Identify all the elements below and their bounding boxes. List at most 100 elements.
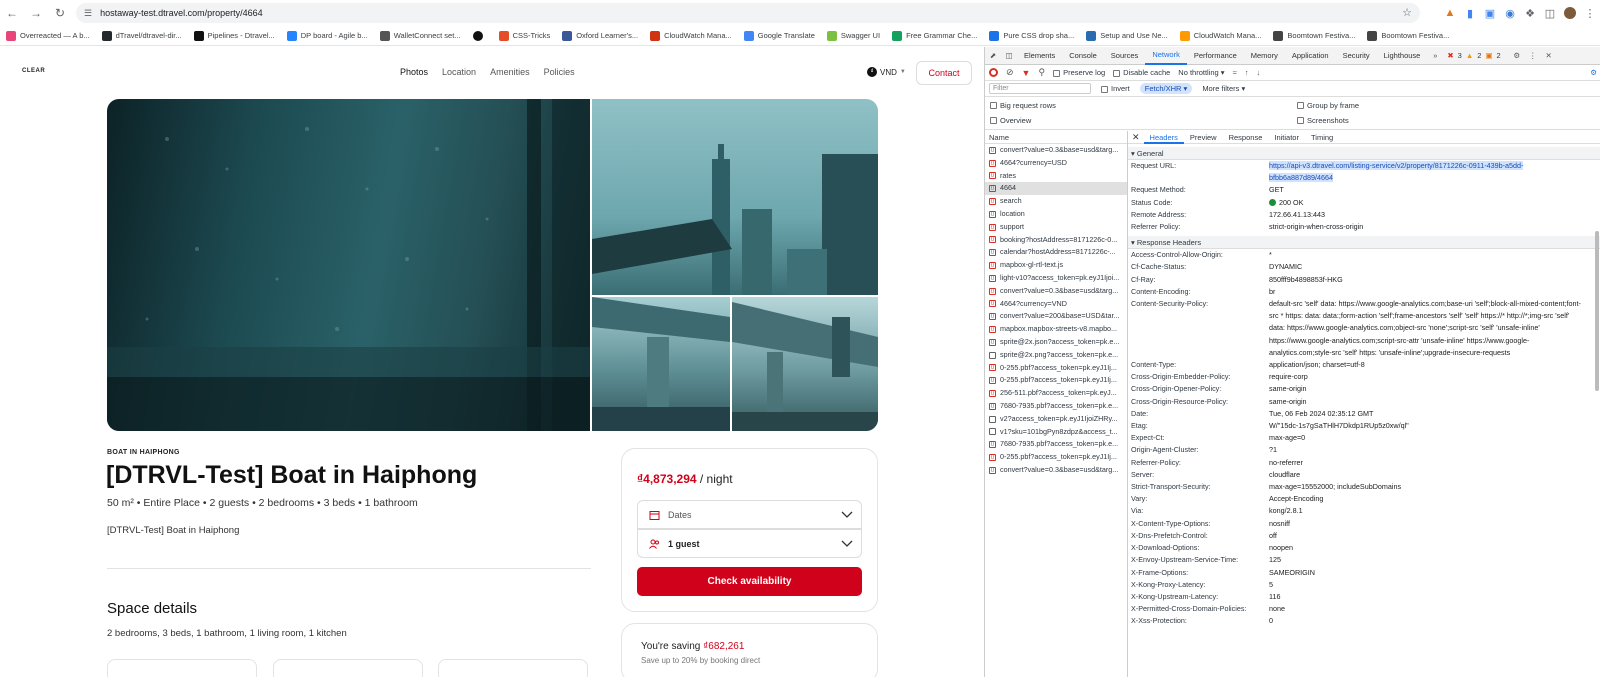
header-value[interactable]: DYNAMIC <box>1269 261 1584 273</box>
request-row[interactable]: {} light-v10?access_token=pk.eyJ1Ijoi... <box>985 272 1127 285</box>
more-tabs-icon[interactable]: » <box>1427 47 1443 65</box>
guests-field[interactable]: 1 guest <box>637 529 862 558</box>
nav-location[interactable]: Location <box>442 67 476 77</box>
request-row[interactable]: {} sprite@2x.json?access_token=pk.e... <box>985 336 1127 349</box>
photo-gallery[interactable] <box>107 99 878 431</box>
request-row[interactable]: {} mapbox.mapbox-streets-v8.mapbo... <box>985 323 1127 336</box>
room-card[interactable] <box>107 659 257 677</box>
tab-security[interactable]: Security <box>1336 47 1377 65</box>
request-row[interactable]: {} mapbox-gl-rtl-text.js <box>985 259 1127 272</box>
request-row[interactable]: {} convert?value=200&base=USD&tar... <box>985 310 1127 323</box>
extension-icon[interactable]: ◉ <box>1500 0 1520 26</box>
dates-field[interactable]: Dates <box>637 500 862 529</box>
request-row[interactable]: sprite@2x.png?access_token=pk.e... <box>985 349 1127 362</box>
inspect-icon[interactable]: ⬈ <box>985 47 1001 65</box>
record-icon[interactable] <box>989 68 998 77</box>
contact-button[interactable]: Contact <box>916 61 972 85</box>
request-row[interactable]: {} 0-255.pbf?access_token=pk.eyJ1Ij... <box>985 374 1127 387</box>
tab-network[interactable]: Network <box>1145 47 1187 65</box>
detail-tab-preview[interactable]: Preview <box>1184 131 1223 144</box>
header-value[interactable]: application/json; charset=utf-8 <box>1269 359 1584 371</box>
bookmark-item[interactable]: Boomtown Festiva... <box>1367 30 1449 41</box>
header-value[interactable]: 125 <box>1269 554 1584 566</box>
filter-icon[interactable]: ▼ <box>1022 68 1031 78</box>
more-filters-dropdown[interactable]: More filters ▾ <box>1202 84 1245 93</box>
room-card[interactable] <box>438 659 588 677</box>
request-row[interactable]: {} search <box>985 195 1127 208</box>
close-icon[interactable]: ✕ <box>1541 47 1557 65</box>
tab-sources[interactable]: Sources <box>1104 47 1146 65</box>
name-column-header[interactable]: Name <box>985 131 1127 144</box>
forward-icon[interactable]: → <box>24 0 48 26</box>
bookmark-item[interactable]: Pipelines - Dtravel... <box>193 30 275 41</box>
header-value[interactable]: 116 <box>1269 591 1584 603</box>
header-value[interactable]: no-referrer <box>1269 457 1584 469</box>
request-row[interactable]: {} convert?value=0.3&base=usd&targ... <box>985 285 1127 298</box>
bookmark-item[interactable]: DP board - Agile b... <box>286 30 368 41</box>
network-conditions-icon[interactable]: ≈ <box>1233 68 1237 77</box>
detail-tab-headers[interactable]: Headers <box>1143 131 1184 144</box>
header-value[interactable]: Accept-Encoding <box>1269 493 1584 505</box>
request-row[interactable]: {} 0-255.pbf?access_token=pk.eyJ1Ij... <box>985 362 1127 375</box>
header-value[interactable]: cloudflare <box>1269 469 1584 481</box>
throttling-select[interactable]: No throttling ▾ <box>1178 68 1224 77</box>
nav-policies[interactable]: Policies <box>544 67 575 77</box>
bookmark-star-icon[interactable]: ☆ <box>1402 6 1412 19</box>
request-row[interactable]: {} 7680-7935.pbf?access_token=pk.e... <box>985 438 1127 451</box>
header-value[interactable]: require-corp <box>1269 371 1584 383</box>
request-row[interactable]: {} 256-511.pbf?access_token=pk.eyJ... <box>985 387 1127 400</box>
photo-skyline[interactable] <box>592 99 878 295</box>
header-value[interactable]: nosniff <box>1269 518 1584 530</box>
header-value[interactable]: same-origin <box>1269 396 1584 408</box>
request-row[interactable]: {} 4664?currency=USD <box>985 157 1127 170</box>
request-row[interactable]: {} support <box>985 221 1127 234</box>
tab-performance[interactable]: Performance <box>1187 47 1244 65</box>
detail-tab-timing[interactable]: Timing <box>1305 131 1339 144</box>
bookmark-item[interactable]: CloudWatch Mana... <box>650 30 732 41</box>
extensions-puzzle-icon[interactable]: ❖ <box>1520 0 1540 26</box>
header-value[interactable]: kong/2.8.1 <box>1269 505 1584 517</box>
request-row[interactable]: {} 4664?currency=VND <box>985 298 1127 311</box>
tab-console[interactable]: Console <box>1062 47 1104 65</box>
main-photo[interactable] <box>107 99 590 431</box>
header-value[interactable]: Tue, 06 Feb 2024 02:35:12 GMT <box>1269 408 1584 420</box>
header-value[interactable]: https://api-v3.dtravel.com/listing-servi… <box>1269 160 1584 184</box>
gear-icon[interactable]: ⚙ <box>1509 47 1525 65</box>
detail-tab-response[interactable]: Response <box>1223 131 1269 144</box>
request-row[interactable]: {} location <box>985 208 1127 221</box>
nav-photos[interactable]: Photos <box>400 67 428 77</box>
issue-counters[interactable]: ✖ 3 ▲ 2 ▣ 2 <box>1447 51 1500 60</box>
request-row[interactable]: {} rates <box>985 170 1127 183</box>
invert-checkbox[interactable]: Invert <box>1101 84 1130 93</box>
detail-tab-initiator[interactable]: Initiator <box>1268 131 1305 144</box>
disable-cache-checkbox[interactable]: Disable cache <box>1113 68 1170 77</box>
request-row[interactable]: {} calendar?hostAddress=8171226c-... <box>985 246 1127 259</box>
export-icon[interactable]: ↓ <box>1256 68 1260 77</box>
reload-icon[interactable]: ↻ <box>48 0 72 26</box>
header-value[interactable]: ?1 <box>1269 444 1584 456</box>
bookmark-item[interactable]: CloudWatch Mana... <box>1179 30 1261 41</box>
bookmark-item[interactable]: WalletConnect set... <box>379 30 461 41</box>
tab-memory[interactable]: Memory <box>1244 47 1285 65</box>
header-value[interactable]: 850fff9b4898853f-HKG <box>1269 274 1584 286</box>
request-row[interactable]: {} convert?value=0.3&base=usd&targ... <box>985 464 1127 477</box>
docs-extension-icon[interactable]: ▮ <box>1460 0 1480 26</box>
header-value[interactable]: * <box>1269 249 1584 261</box>
room-card[interactable] <box>273 659 423 677</box>
bookmark-item[interactable]: Setup and Use Ne... <box>1086 30 1168 41</box>
close-details-icon[interactable]: ✕ <box>1132 132 1140 143</box>
check-availability-button[interactable]: Check availability <box>637 567 862 596</box>
request-row[interactable]: v1?sku=101bgPyn8zdpz&access_t... <box>985 426 1127 439</box>
back-icon[interactable]: ← <box>0 0 24 26</box>
tab-lighthouse[interactable]: Lighthouse <box>1377 47 1428 65</box>
bookmark-item[interactable]: Boomtown Festiva... <box>1273 30 1355 41</box>
header-value[interactable]: 172.66.41.13:443 <box>1269 209 1584 221</box>
clear-icon[interactable]: ⊘ <box>1006 67 1014 78</box>
site-logo[interactable]: CLEAR <box>22 68 45 74</box>
header-value[interactable]: SAMEORIGIN <box>1269 567 1584 579</box>
device-toggle-icon[interactable]: ◫ <box>1001 47 1017 65</box>
request-row[interactable]: {} 0-255.pbf?access_token=pk.eyJ1Ij... <box>985 451 1127 464</box>
header-value[interactable]: br <box>1269 286 1584 298</box>
url-text[interactable]: hostaway-test.dtravel.com/property/4664 <box>100 8 263 18</box>
search-icon[interactable]: ⚲ <box>1038 67 1045 78</box>
